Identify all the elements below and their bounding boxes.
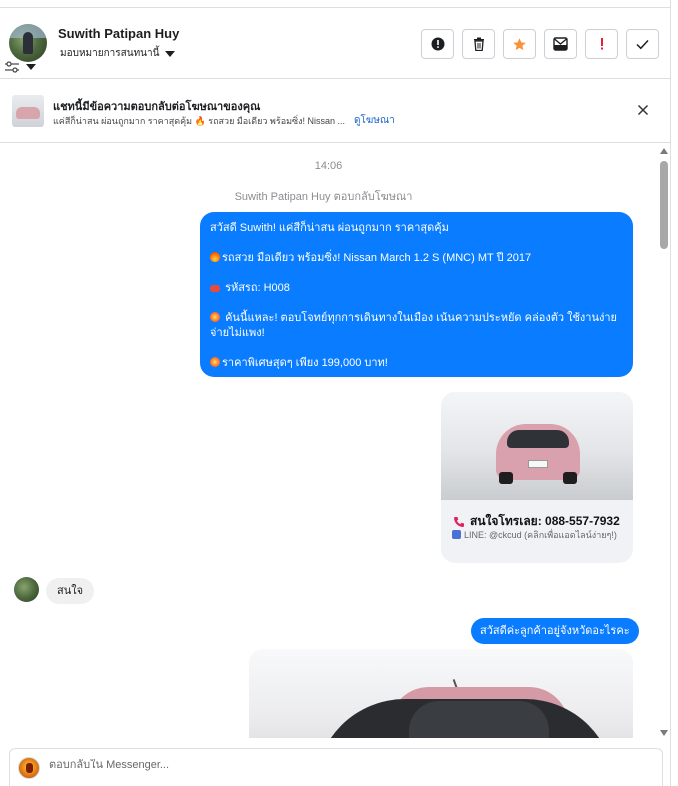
view-ad-link[interactable]: ดูโฆษณา xyxy=(354,113,395,128)
line-cta[interactable]: LINE: @ckcud (คลิกเพื่อแอดไลน์ง่ายๆ!) xyxy=(452,528,624,542)
car-icon xyxy=(210,285,220,292)
avatar[interactable] xyxy=(14,577,39,602)
outgoing-message-bubble[interactable]: สวัสดีค่ะลูกค้าอยู่จังหวัดอะไรคะ xyxy=(471,618,639,644)
ad-reply-banner: แชทนี้มีข้อความตอบกลับต่อโฆษณาของคุณ แค่… xyxy=(0,79,670,143)
message-timestamp: 14:06 xyxy=(314,160,343,172)
avatar xyxy=(18,757,40,779)
follow-up-icon xyxy=(600,38,603,50)
scrollbar[interactable] xyxy=(658,145,670,739)
outgoing-message-bubble[interactable]: สวัสดี Suwith! แค่สีก็น่าสน ผ่อนถูกมาก ร… xyxy=(200,212,633,377)
message-line: รถสวย มือเดียว พร้อมซิ่ง! Nissan March 1… xyxy=(210,251,623,266)
close-icon[interactable] xyxy=(635,102,651,118)
message-line: คันนี้แหละ! ตอบโจทย์ทุกการเดินทางในเมือง… xyxy=(210,312,617,339)
message-list[interactable]: 14:06 Suwith Patipan Huy ตอบกลับโฆษณา สว… xyxy=(0,144,657,738)
follow-up-button[interactable] xyxy=(585,29,618,59)
mark-unread-button[interactable] xyxy=(544,29,577,59)
ad-reply-notice: Suwith Patipan Huy ตอบกลับโฆษณา xyxy=(234,191,413,203)
sparkle-icon xyxy=(210,357,220,367)
banner-subtitle: แค่สีก็น่าสน ผ่อนถูกมาก ราคาสุดคุ้ม 🔥 รถ… xyxy=(53,116,346,126)
spam-button[interactable] xyxy=(421,29,454,59)
contact-name[interactable]: Suwith Patipan Huy xyxy=(58,26,179,41)
chevron-down-icon xyxy=(165,50,176,57)
banner-title: แชทนี้มีข้อความตอบกลับต่อโฆษณาของคุณ xyxy=(53,101,261,113)
conversation-header: Suwith Patipan Huy มอบหมายการสนทนานี้ xyxy=(0,8,670,79)
done-check-icon xyxy=(636,39,649,49)
fire-icon xyxy=(210,252,220,262)
message-line: รหัสรถ: H008 xyxy=(210,281,623,296)
messenger-inbox: Suwith Patipan Huy มอบหมายการสนทนานี้ แช… xyxy=(0,0,678,786)
chevron-down-icon[interactable] xyxy=(26,64,36,70)
message-line: ราคาพิเศษสุดๆ เพียง 199,000 บาท! xyxy=(210,356,623,371)
mark-unread-icon xyxy=(553,37,568,51)
spam-icon xyxy=(431,37,444,51)
ad-image-card[interactable]: สนใจโทรเลย: 088-557-7932 LINE: @ckcud (ค… xyxy=(441,392,633,563)
conversation-actions xyxy=(421,29,659,59)
scrollbar-thumb[interactable] xyxy=(660,161,668,249)
scroll-up-arrow-icon[interactable] xyxy=(660,148,668,154)
incoming-message-bubble[interactable]: สนใจ xyxy=(46,578,95,604)
avatar[interactable] xyxy=(9,24,47,62)
sparkle-icon xyxy=(210,312,220,322)
done-button[interactable] xyxy=(626,29,659,59)
right-divider xyxy=(670,0,671,786)
message-line: สวัสดี Suwith! แค่สีก็น่าสน ผ่อนถูกมาก ร… xyxy=(210,222,449,234)
star-button[interactable] xyxy=(503,29,536,59)
message-composer xyxy=(9,748,663,786)
reply-input[interactable] xyxy=(49,759,649,771)
assign-label: มอบหมายการสนทนานี้ xyxy=(60,48,160,59)
car-photo[interactable] xyxy=(441,392,633,500)
trash-icon xyxy=(473,37,484,51)
phone-icon xyxy=(454,516,464,527)
ad-thumbnail xyxy=(12,95,44,127)
delete-button[interactable] xyxy=(462,29,495,59)
line-icon xyxy=(452,530,461,539)
scroll-down-arrow-icon[interactable] xyxy=(660,730,668,736)
assign-conversation-dropdown[interactable]: มอบหมายการสนทนานี้ xyxy=(60,46,176,61)
star-icon xyxy=(513,37,526,50)
car-photo-message[interactable] xyxy=(249,649,633,738)
filter-sliders-icon[interactable] xyxy=(4,60,20,74)
